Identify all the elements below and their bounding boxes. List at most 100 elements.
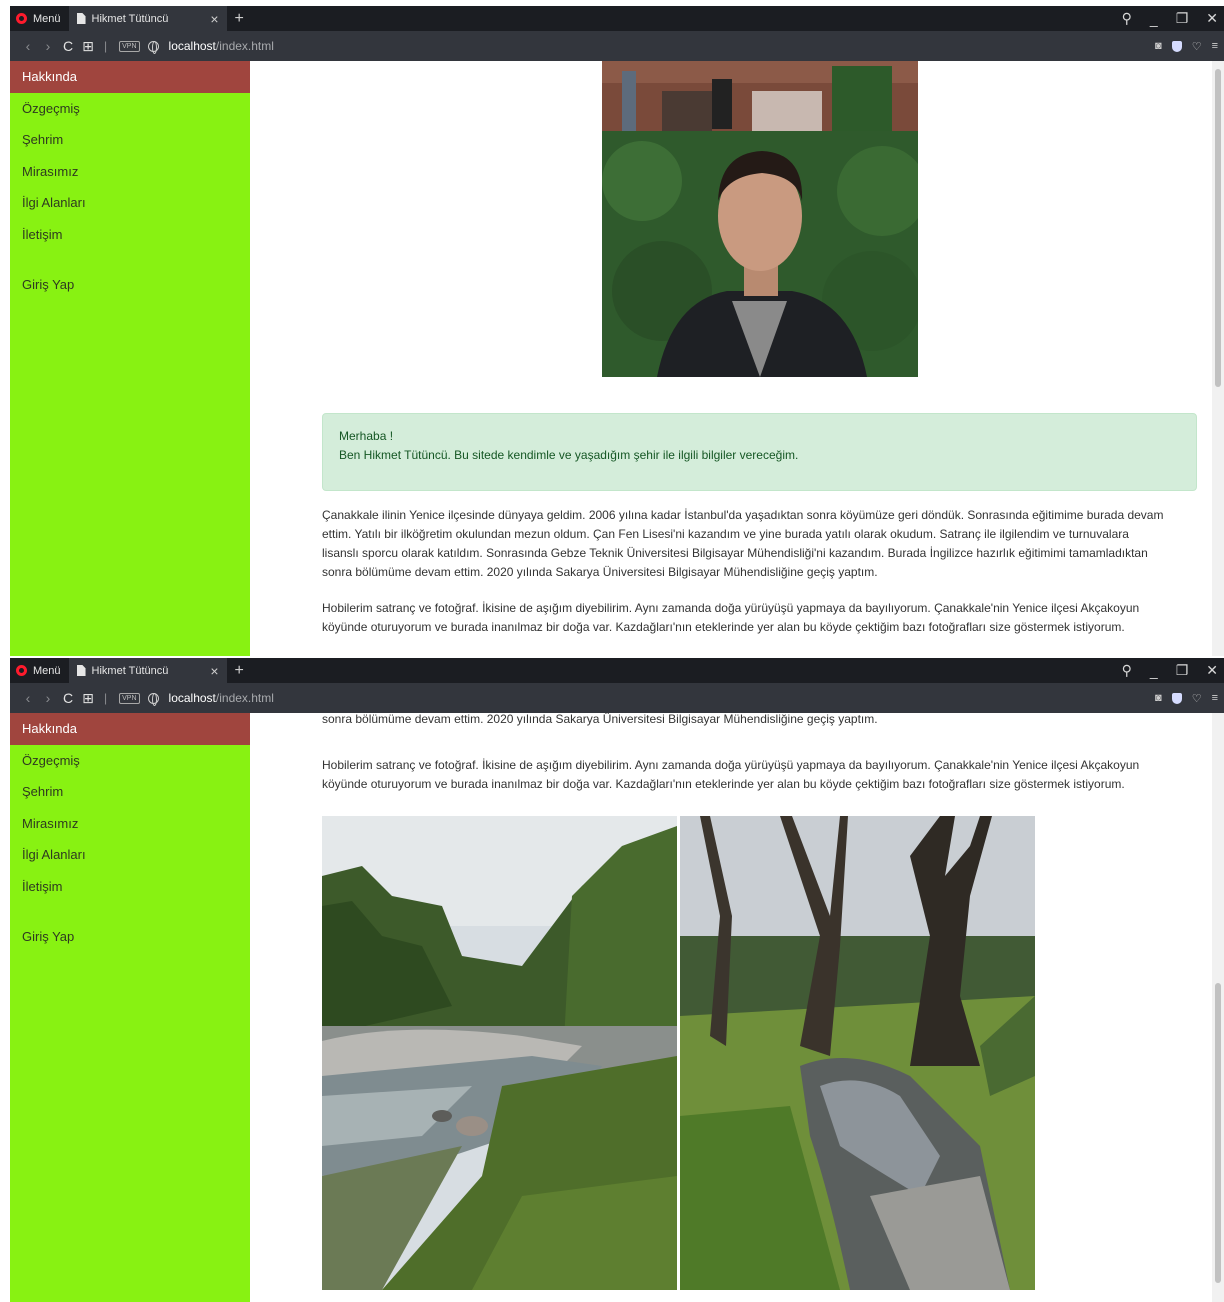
minimize-button[interactable]: _ <box>1150 663 1158 679</box>
scrollbar-thumb[interactable] <box>1215 69 1221 387</box>
menu-label: Menü <box>33 664 61 677</box>
paragraph-line: köyünde oturuyorum ve burada inanılmaz b… <box>322 620 1125 634</box>
url-path: /index.html <box>215 39 274 53</box>
page-viewport: Hakkında Özgeçmiş Şehrim Mirasımız İlgi … <box>10 61 1224 656</box>
sidebar-item-mirasimiz[interactable]: Mirasımız <box>10 156 250 188</box>
new-tab-button[interactable]: + <box>227 662 252 680</box>
url-path: /index.html <box>215 691 274 705</box>
opera-logo-icon <box>16 13 27 24</box>
scrollbar[interactable] <box>1212 61 1224 656</box>
sidebar-item-iletisim[interactable]: İletişim <box>10 871 250 903</box>
easy-setup-icon[interactable]: ≡ <box>1212 40 1218 52</box>
tab-title: Hikmet Tütüncü <box>91 664 169 677</box>
opera-menu-button[interactable]: Menü <box>10 658 69 683</box>
url-host: localhost <box>168 39 216 53</box>
paragraph-line: Hobilerim satranç ve fotoğraf. İkisine d… <box>322 758 1140 772</box>
back-button[interactable]: ‹ <box>18 690 38 706</box>
browser-window-top: Menü Hikmet Tütüncü × + ⚲ _ ❐ ✕ ‹ › C ⊞ … <box>10 6 1224 656</box>
portrait-photo-svg <box>602 61 918 377</box>
separator: | <box>104 39 108 53</box>
hobbies-paragraph: Hobilerim satranç ve fotoğraf. İkisine d… <box>322 756 1197 794</box>
river-photo <box>322 816 677 1290</box>
paragraph-line: sonra bölümüme devam ettim. 2020 yılında… <box>322 713 878 726</box>
stream-tree-photo-svg <box>680 816 1035 1290</box>
sidebar-item-ilgi-alanlari[interactable]: İlgi Alanları <box>10 839 250 871</box>
hobbies-paragraph: Hobilerim satranç ve fotoğraf. İkisine d… <box>322 599 1197 637</box>
stream-tree-photo <box>680 816 1035 1290</box>
url-field[interactable]: localhost/index.html <box>169 691 274 705</box>
sidebar-item-iletisim[interactable]: İletişim <box>10 219 250 251</box>
page-viewport: Hakkında Özgeçmiş Şehrim Mirasımız İlgi … <box>10 713 1224 1302</box>
reload-button[interactable]: C <box>58 38 78 54</box>
paragraph-line: Çanakkale ilinin Yenice ilçesinde dünyay… <box>322 508 1164 522</box>
address-bar: ‹ › C ⊞ | VPN localhost/index.html ◙ ♡ ≡ <box>10 31 1224 61</box>
about-paragraph-1: Çanakkale ilinin Yenice ilçesinde dünyay… <box>322 506 1197 582</box>
opera-menu-button[interactable]: Menü <box>10 6 69 31</box>
sidebar-item-hakkinda[interactable]: Hakkında <box>10 61 250 93</box>
new-tab-button[interactable]: + <box>227 10 252 28</box>
globe-icon <box>147 40 159 54</box>
browser-tab[interactable]: Hikmet Tütüncü × <box>68 658 227 683</box>
sidebar-item-ilgi-alanlari[interactable]: İlgi Alanları <box>10 187 250 219</box>
speed-dial-icon[interactable]: ⊞ <box>78 690 98 707</box>
address-bar: ‹ › C ⊞ | VPN localhost/index.html ◙ ♡ ≡ <box>10 683 1224 713</box>
about-paragraph-tail: lisanslı sporcu olarak katıldım. Sonrası… <box>322 713 1197 729</box>
browser-tab[interactable]: Hikmet Tütüncü × <box>68 6 227 31</box>
heart-icon[interactable]: ♡ <box>1192 692 1202 705</box>
sidebar-item-giris-yap[interactable]: Giriş Yap <box>10 921 250 953</box>
sidebar-item-giris-yap[interactable]: Giriş Yap <box>10 269 250 301</box>
restore-button[interactable]: ❐ <box>1176 662 1189 679</box>
close-window-button[interactable]: ✕ <box>1206 662 1218 679</box>
scrollbar-thumb[interactable] <box>1215 983 1221 1283</box>
sidebar-item-hakkinda[interactable]: Hakkında <box>10 713 250 745</box>
easy-setup-icon[interactable]: ≡ <box>1212 692 1218 704</box>
restore-button[interactable]: ❐ <box>1176 10 1189 27</box>
tab-close-icon[interactable]: × <box>210 11 218 27</box>
url-field[interactable]: localhost/index.html <box>169 39 274 53</box>
separator: | <box>104 691 108 705</box>
tab-title: Hikmet Tütüncü <box>91 12 169 25</box>
back-button[interactable]: ‹ <box>18 38 38 54</box>
browser-window-bottom: Menü Hikmet Tütüncü × + ⚲ _ ❐ ✕ ‹ › C ⊞ … <box>10 658 1224 1302</box>
portrait-photo <box>602 61 918 377</box>
sidebar-item-sehrim[interactable]: Şehrim <box>10 776 250 808</box>
tab-close-icon[interactable]: × <box>210 663 218 679</box>
sidebar-item-mirasimiz[interactable]: Mirasımız <box>10 808 250 840</box>
scrollbar[interactable] <box>1212 713 1224 1302</box>
paragraph-line: sonra bölümüme devam ettim. 2020 yılında… <box>322 565 878 579</box>
alert-line-1: Merhaba ! <box>339 429 394 443</box>
close-window-button[interactable]: ✕ <box>1206 10 1218 27</box>
minimize-button[interactable]: _ <box>1150 11 1158 27</box>
alert-line-2: Ben Hikmet Tütüncü. Bu sitede kendimle v… <box>339 448 799 462</box>
opera-logo-icon <box>16 665 27 676</box>
sidebar: Hakkında Özgeçmiş Şehrim Mirasımız İlgi … <box>10 713 250 1302</box>
tab-bar: Menü Hikmet Tütüncü × + ⚲ _ ❐ ✕ <box>10 658 1224 683</box>
welcome-alert: Merhaba ! Ben Hikmet Tütüncü. Bu sitede … <box>322 413 1197 491</box>
forward-button[interactable]: › <box>38 38 58 54</box>
heart-icon[interactable]: ♡ <box>1192 40 1202 53</box>
shield-icon[interactable] <box>1171 40 1182 52</box>
sidebar-item-ozgecmis[interactable]: Özgeçmiş <box>10 93 250 125</box>
snapshot-icon[interactable]: ◙ <box>1155 692 1162 704</box>
shield-icon[interactable] <box>1171 692 1182 704</box>
reload-button[interactable]: C <box>58 690 78 706</box>
url-host: localhost <box>168 691 216 705</box>
vpn-badge[interactable]: VPN <box>119 692 140 704</box>
document-icon <box>76 13 86 24</box>
speed-dial-icon[interactable]: ⊞ <box>78 38 98 55</box>
menu-label: Menü <box>33 12 61 25</box>
paragraph-line: lisanslı sporcu olarak katıldım. Sonrası… <box>322 546 1148 560</box>
snapshot-icon[interactable]: ◙ <box>1155 40 1162 52</box>
forward-button[interactable]: › <box>38 690 58 706</box>
search-icon[interactable]: ⚲ <box>1122 662 1132 679</box>
document-icon <box>76 665 86 676</box>
sidebar-item-sehrim[interactable]: Şehrim <box>10 124 250 156</box>
globe-icon <box>147 692 159 706</box>
vpn-badge[interactable]: VPN <box>119 40 140 52</box>
tab-bar: Menü Hikmet Tütüncü × + ⚲ _ ❐ ✕ <box>10 6 1224 31</box>
paragraph-line: ettim. Yatılı bir ilköğretim okulundan m… <box>322 527 1129 541</box>
search-icon[interactable]: ⚲ <box>1122 10 1132 27</box>
sidebar-item-ozgecmis[interactable]: Özgeçmiş <box>10 745 250 777</box>
